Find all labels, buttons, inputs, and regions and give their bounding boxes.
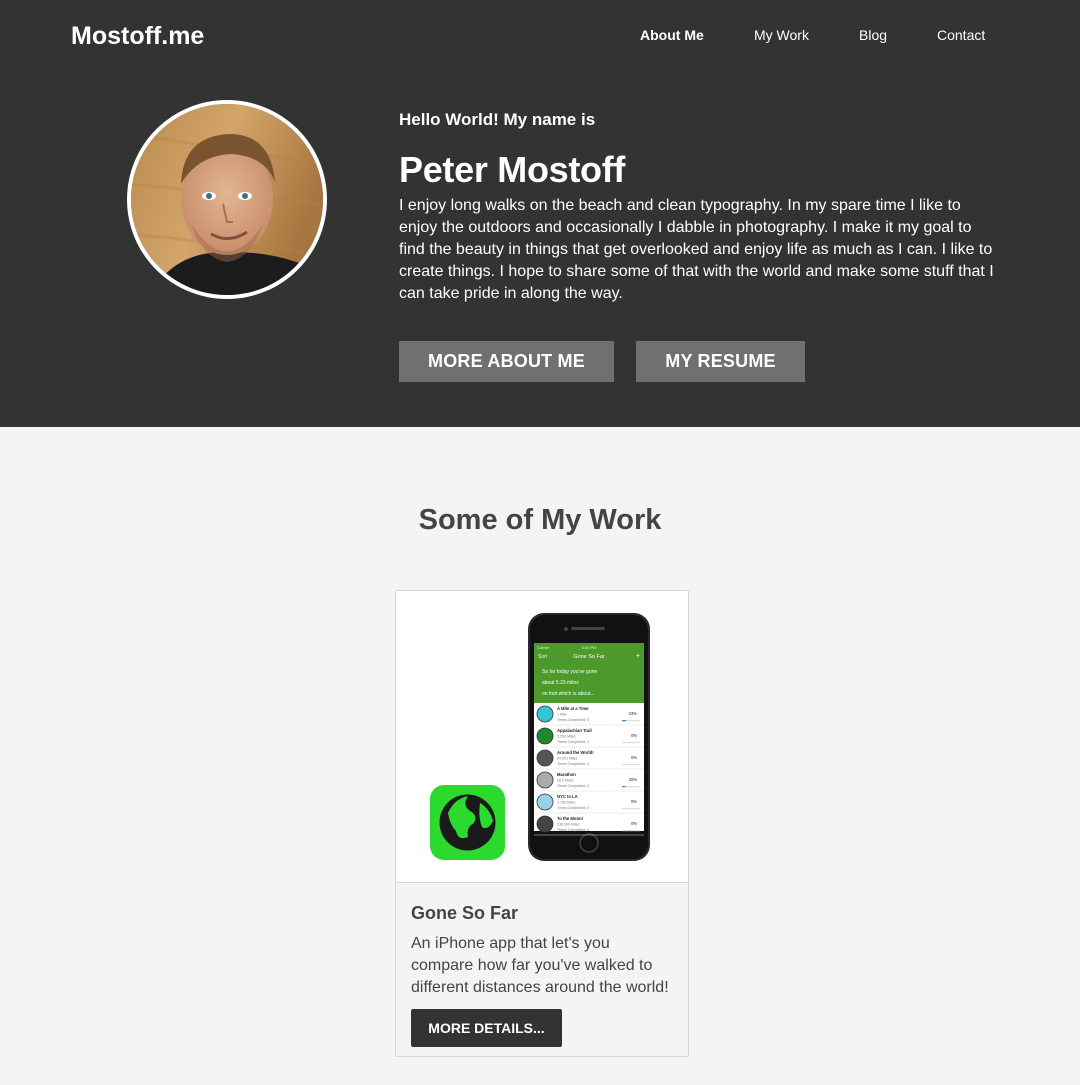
project-card-body: Gone So Far An iPhone app that let's you…: [396, 883, 688, 1047]
more-details-button[interactable]: MORE DETAILS...: [411, 1009, 562, 1047]
intro-block: Hello World! My name is Peter Mostoff I …: [399, 109, 999, 305]
nav-contact[interactable]: Contact: [937, 26, 985, 44]
app-row-distance: 2,789 Miles: [557, 801, 576, 805]
app-row-percent: 0%: [631, 821, 637, 826]
map-icon: [536, 793, 554, 811]
app-row-name: To the Moon!: [557, 816, 583, 821]
globe-icon: [536, 749, 554, 767]
app-row-distance: 1 Mile: [557, 713, 567, 717]
hero-section: Mostoff.me About Me My Work Blog Contact: [0, 0, 1080, 427]
app-row-distance: 238,900 Miles: [557, 823, 580, 827]
more-about-me-button[interactable]: MORE ABOUT ME: [399, 341, 614, 382]
svg-text:Carrier: Carrier: [537, 645, 550, 650]
greeting-text: Hello World! My name is: [399, 110, 596, 129]
svg-text:+: +: [636, 653, 640, 660]
nav-my-work[interactable]: My Work: [754, 26, 809, 44]
project-description: An iPhone app that let's you compare how…: [411, 935, 669, 996]
app-row-name: Appalachian Trail: [557, 728, 592, 733]
app-showcase-graphic: Carrier 3:20 PM Sort Gone So Far + So fa…: [430, 613, 650, 861]
app-row-times: Times Completed: 0: [557, 828, 589, 832]
app-row-percent: 20%: [629, 777, 638, 782]
app-row-times: Times Completed: 0: [557, 784, 589, 788]
person-name: Peter Mostoff: [399, 149, 626, 190]
app-row-name: NYC to LA: [557, 794, 578, 799]
app-row-percent: 0%: [631, 799, 637, 804]
app-row-percent: 0%: [631, 733, 637, 738]
app-row-progress: [622, 720, 627, 722]
bio-text: I enjoy long walks on the beach and clea…: [399, 197, 994, 302]
project-card: Carrier 3:20 PM Sort Gone So Far + So fa…: [395, 590, 689, 1057]
app-row-times: Times Completed: 0: [557, 740, 589, 744]
app-row-distance: 26.2 Miles: [557, 779, 574, 783]
profile-avatar: [127, 100, 327, 299]
svg-text:So far today you've gone: So far today you've gone: [542, 669, 597, 675]
app-icon: [430, 785, 505, 860]
nav-about-me[interactable]: About Me: [640, 26, 704, 44]
app-row-times: Times Completed: 0: [557, 806, 589, 810]
brand-logo-link[interactable]: Mostoff.me: [71, 20, 204, 52]
app-row-progress: [622, 786, 626, 788]
work-section-title: Some of My Work: [418, 504, 662, 536]
app-row-times: Times Completed: 5: [557, 718, 589, 722]
profile-photo: [131, 104, 323, 295]
app-row-times: Times Completed: 0: [557, 762, 589, 766]
runner-icon: [536, 771, 554, 789]
shoe-icon: [536, 705, 554, 723]
my-resume-button[interactable]: MY RESUME: [636, 341, 805, 382]
tree-icon: [536, 727, 554, 745]
nav-blog[interactable]: Blog: [859, 26, 887, 44]
svg-text:on foot which is about...: on foot which is about...: [542, 691, 595, 697]
app-row-percent: 23%: [629, 711, 638, 716]
svg-text:3:20 PM: 3:20 PM: [582, 645, 597, 650]
project-image: Carrier 3:20 PM Sort Gone So Far + So fa…: [396, 591, 688, 883]
iphone-mockup: Carrier 3:20 PM Sort Gone So Far + So fa…: [528, 613, 650, 861]
app-row-name: Marathon: [557, 772, 576, 777]
app-row-distance: 2,200 Miles: [557, 735, 576, 739]
app-row-percent: 0%: [631, 755, 637, 760]
svg-text:Sort: Sort: [538, 654, 548, 660]
svg-text:Gone So Far: Gone So Far: [573, 654, 605, 660]
moon-icon: [536, 815, 554, 833]
app-row-name: Around the World!: [557, 750, 594, 755]
app-row-distance: 24,901 Miles: [557, 757, 578, 761]
project-title: Gone So Far: [411, 903, 519, 923]
svg-text:about 5.23 miles: about 5.23 miles: [542, 680, 579, 686]
app-row-name: A Mile at a Time: [557, 706, 589, 711]
